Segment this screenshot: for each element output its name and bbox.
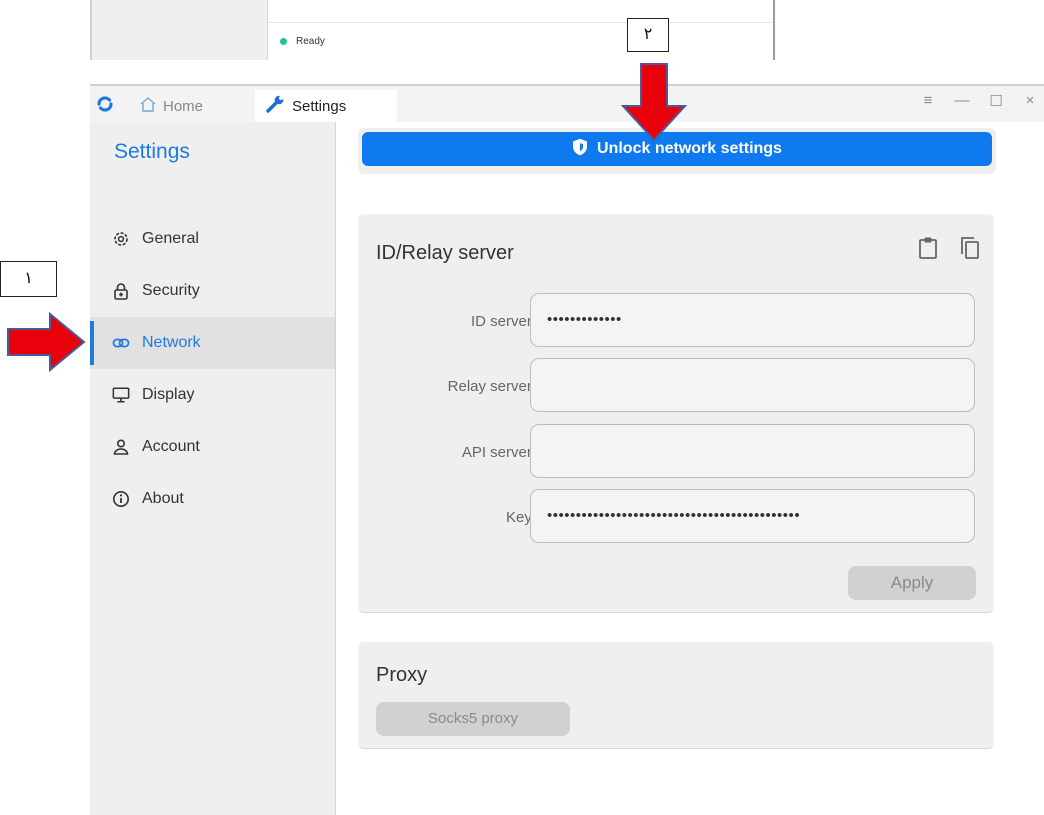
sidebar-item-account[interactable]: Account [90, 421, 335, 473]
user-icon [112, 438, 130, 456]
tab-home[interactable]: Home [130, 90, 213, 122]
sidebar-title: Settings [114, 140, 190, 163]
close-icon[interactable]: × [1022, 92, 1038, 110]
sidebar-item-label: General [142, 230, 199, 247]
status-dot-icon [280, 38, 287, 45]
card-actions [918, 236, 980, 265]
tab-settings-label: Settings [292, 97, 347, 115]
sidebar-item-general[interactable]: General [90, 213, 335, 265]
api-server-input[interactable] [530, 424, 975, 478]
snippet-sidebar [92, 0, 268, 60]
api-server-row: API server: [358, 424, 994, 482]
copy-icon[interactable] [960, 236, 980, 265]
key-input[interactable]: ••••••••••••••••••••••••••••••••••••••••… [530, 489, 975, 543]
socks5-proxy-button[interactable]: Socks5 proxy [376, 702, 570, 736]
tab-home-label: Home [163, 97, 204, 115]
sidebar-item-label: Network [142, 334, 201, 351]
title-bar: Home Settings ≡ — ☐ × [90, 86, 1044, 122]
tab-settings[interactable]: Settings [255, 90, 397, 122]
sidebar-item-network[interactable]: Network [90, 317, 335, 369]
link-icon [112, 334, 130, 352]
sidebar-nav: General Security Network Display Account… [90, 213, 335, 525]
id-server-row: ID server: ••••••••••••• [358, 293, 994, 351]
sidebar-item-label: About [142, 490, 184, 507]
relay-server-row: Relay server: [358, 358, 994, 416]
background-window-snippet: Ready [90, 0, 775, 60]
minimize-icon[interactable]: — [954, 92, 970, 110]
settings-content: Unlock network settings ID/Relay server … [336, 122, 1044, 815]
home-icon [140, 96, 156, 116]
relay-server-input[interactable] [530, 358, 975, 412]
clipboard-icon[interactable] [918, 236, 938, 265]
sidebar-item-label: Account [142, 438, 200, 455]
status-text: Ready [296, 36, 325, 47]
sidebar-item-about[interactable]: About [90, 473, 335, 525]
callout-number-two: ٢ [627, 18, 669, 52]
sidebar-item-label: Display [142, 386, 195, 403]
id-server-input[interactable]: ••••••••••••• [530, 293, 975, 347]
menu-icon[interactable]: ≡ [920, 92, 936, 110]
apply-button[interactable]: Apply [848, 566, 976, 600]
relay-server-label: Relay server: [447, 378, 536, 395]
id-relay-server-card: ID/Relay server ID server: •••••••••••••… [358, 214, 994, 613]
gear-icon [112, 230, 130, 248]
id-server-label: ID server: [470, 313, 536, 330]
maximize-icon[interactable]: ☐ [988, 92, 1004, 110]
key-row: Key: •••••••••••••••••••••••••••••••••••… [358, 489, 994, 547]
card-title: Proxy [376, 664, 428, 686]
sidebar: Settings General Security Network Displa… [90, 122, 336, 815]
app-logo-icon [96, 95, 114, 118]
shield-icon [572, 138, 588, 161]
sidebar-item-display[interactable]: Display [90, 369, 335, 421]
wrench-icon [265, 94, 285, 118]
red-arrow-down-icon [620, 62, 688, 147]
callout-number-one: ١ [0, 261, 57, 297]
sidebar-item-security[interactable]: Security [90, 265, 335, 317]
monitor-icon [112, 386, 130, 404]
snippet-divider [268, 22, 773, 23]
proxy-card: Proxy Socks5 proxy [358, 642, 994, 749]
lock-icon [112, 282, 130, 300]
status-indicator: Ready [280, 36, 325, 47]
api-server-label: API server: [461, 444, 536, 461]
red-arrow-right-icon [6, 311, 86, 377]
card-title: ID/Relay server [376, 242, 514, 264]
info-icon [112, 490, 130, 508]
sidebar-item-label: Security [142, 282, 200, 299]
settings-window: Home Settings ≡ — ☐ × Settings General S… [90, 84, 1044, 815]
window-controls: ≡ — ☐ × [920, 92, 1044, 110]
